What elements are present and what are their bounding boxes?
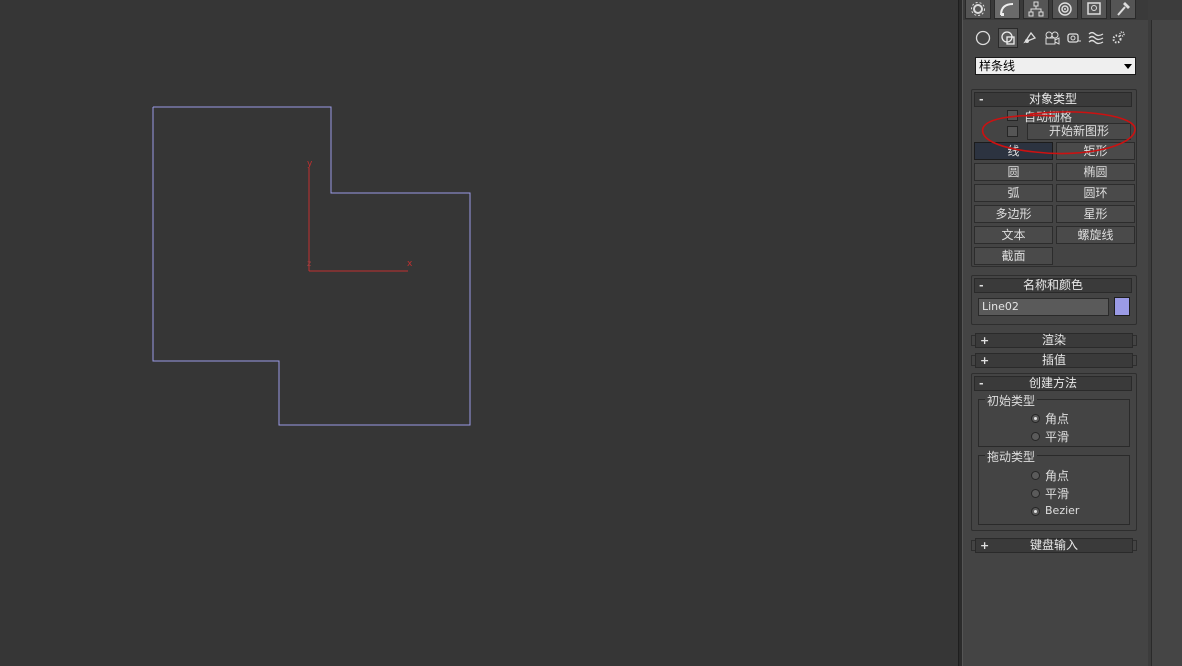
rollout-creation-method-header[interactable]: - 创建方法 — [974, 376, 1132, 391]
command-panel-tabs — [963, 0, 1149, 20]
spacewarp-wave-icon — [1088, 31, 1104, 45]
collapse-sign: - — [979, 93, 984, 106]
chevron-down-icon — [1124, 64, 1132, 69]
spline-shape[interactable] — [152, 106, 471, 426]
tab-display[interactable] — [1081, 0, 1107, 19]
shapes-icon — [1001, 31, 1015, 45]
viewport[interactable]: y x z — [0, 0, 958, 666]
star-button[interactable]: 星形 — [1056, 205, 1135, 223]
display-icon — [1087, 2, 1101, 15]
rollout-interpolation: + 插值 — [971, 353, 1137, 368]
object-color-swatch[interactable] — [1114, 297, 1130, 316]
collapse-sign: - — [979, 279, 984, 292]
rollout-title: 插值 — [1041, 353, 1066, 367]
drag-corner-label: 角点 — [1045, 469, 1070, 483]
rollout-rendering: + 渲染 — [971, 333, 1137, 348]
section-button[interactable]: 截面 — [974, 247, 1053, 265]
object-name-input[interactable]: Line02 — [978, 298, 1109, 316]
rollout-title: 渲染 — [1041, 333, 1066, 347]
initial-smooth-radio[interactable] — [1031, 432, 1040, 441]
category-geometry[interactable] — [973, 28, 993, 48]
rollout-title: 名称和颜色 — [1022, 278, 1083, 292]
rollout-rendering-header[interactable]: + 渲染 — [975, 333, 1133, 348]
donut-button[interactable]: 圆环 — [1056, 184, 1135, 202]
expand-sign: + — [980, 539, 990, 552]
hierarchy-icon — [1028, 1, 1044, 17]
panel-scroll-strip[interactable] — [1148, 0, 1182, 666]
ellipse-button[interactable]: 椭圆 — [1056, 163, 1135, 181]
arc-button[interactable]: 弧 — [974, 184, 1053, 202]
tab-hierarchy[interactable] — [1023, 0, 1049, 19]
category-cameras[interactable] — [1042, 28, 1062, 48]
systems-gear-icon — [1112, 31, 1125, 44]
category-lights[interactable] — [1020, 28, 1040, 48]
drag-type-group: 拖动类型 角点 平滑 Bezier — [978, 448, 1130, 525]
collapse-sign: - — [979, 377, 984, 390]
light-icon — [1023, 31, 1037, 44]
tab-motion[interactable] — [1052, 0, 1078, 19]
category-helpers[interactable] — [1064, 28, 1084, 48]
tab-create[interactable] — [965, 0, 991, 19]
initial-type-label: 初始类型 — [985, 392, 1038, 409]
tab-utilities[interactable] — [1110, 0, 1136, 19]
drag-type-label: 拖动类型 — [985, 448, 1038, 465]
initial-corner-label: 角点 — [1045, 412, 1070, 426]
tape-helper-icon — [1067, 33, 1081, 43]
helix-button[interactable]: 螺旋线 — [1056, 226, 1135, 244]
expand-sign: + — [980, 354, 990, 367]
category-shapes[interactable] — [998, 28, 1018, 48]
rollout-bracket-right — [1133, 335, 1137, 346]
rollout-keyboard-entry: + 键盘输入 — [971, 538, 1137, 553]
drag-smooth-label: 平滑 — [1045, 487, 1070, 501]
rollout-name-color: - 名称和颜色 Line02 — [971, 275, 1137, 325]
motion-icon — [1058, 2, 1072, 16]
rollout-bracket-right — [1133, 355, 1137, 366]
tab-modify[interactable] — [994, 0, 1020, 19]
axis-y-label: y — [307, 159, 313, 169]
command-panel: 样条线 - 对象类型 自动栅格 开始新图形 线 矩形 圆 椭圆 弧 圆环 多边形… — [962, 0, 1149, 666]
initial-type-group: 初始类型 角点 平滑 — [978, 392, 1130, 447]
drag-smooth-radio[interactable] — [1031, 489, 1040, 498]
initial-corner-radio[interactable] — [1031, 414, 1040, 423]
modify-arc-icon — [1000, 3, 1014, 16]
rollout-title: 创建方法 — [1028, 376, 1077, 390]
rollout-title: 键盘输入 — [1029, 538, 1078, 552]
drag-corner-radio[interactable] — [1031, 471, 1040, 480]
text-button[interactable]: 文本 — [974, 226, 1053, 244]
panel-scroll-track[interactable] — [1151, 20, 1182, 666]
drag-bezier-radio[interactable] — [1031, 507, 1040, 516]
gear-icon — [971, 2, 985, 16]
circle-button[interactable]: 圆 — [974, 163, 1053, 181]
rollout-creation-method: - 创建方法 初始类型 角点 平滑 拖动类型 角点 平滑 Bezier — [971, 373, 1137, 531]
camera-icon — [1045, 31, 1060, 45]
axis-z-label: z — [307, 259, 311, 268]
rollout-bracket-right — [1133, 540, 1137, 551]
rollout-title: 对象类型 — [1028, 92, 1077, 106]
expand-sign: + — [980, 334, 990, 347]
initial-smooth-label: 平滑 — [1045, 430, 1070, 444]
category-spacewarps[interactable] — [1086, 28, 1106, 48]
axis-x-label: x — [407, 259, 413, 269]
rollout-keyboard-entry-header[interactable]: + 键盘输入 — [975, 538, 1133, 553]
annotation-ellipse — [981, 111, 1136, 155]
hammer-icon — [1117, 2, 1130, 16]
rollout-interpolation-header[interactable]: + 插值 — [975, 353, 1133, 368]
category-toolbar — [973, 28, 1143, 50]
drag-bezier-label: Bezier — [1045, 504, 1080, 517]
object-category-dropdown[interactable]: 样条线 — [975, 57, 1136, 75]
ngon-button[interactable]: 多边形 — [974, 205, 1053, 223]
sphere-icon — [975, 30, 991, 46]
viewport-canvas[interactable]: y x z — [0, 0, 958, 666]
rollout-name-color-header[interactable]: - 名称和颜色 — [974, 278, 1132, 293]
dropdown-value: 样条线 — [979, 59, 1016, 73]
rollout-object-type-header[interactable]: - 对象类型 — [974, 92, 1132, 107]
category-systems[interactable] — [1108, 28, 1128, 48]
